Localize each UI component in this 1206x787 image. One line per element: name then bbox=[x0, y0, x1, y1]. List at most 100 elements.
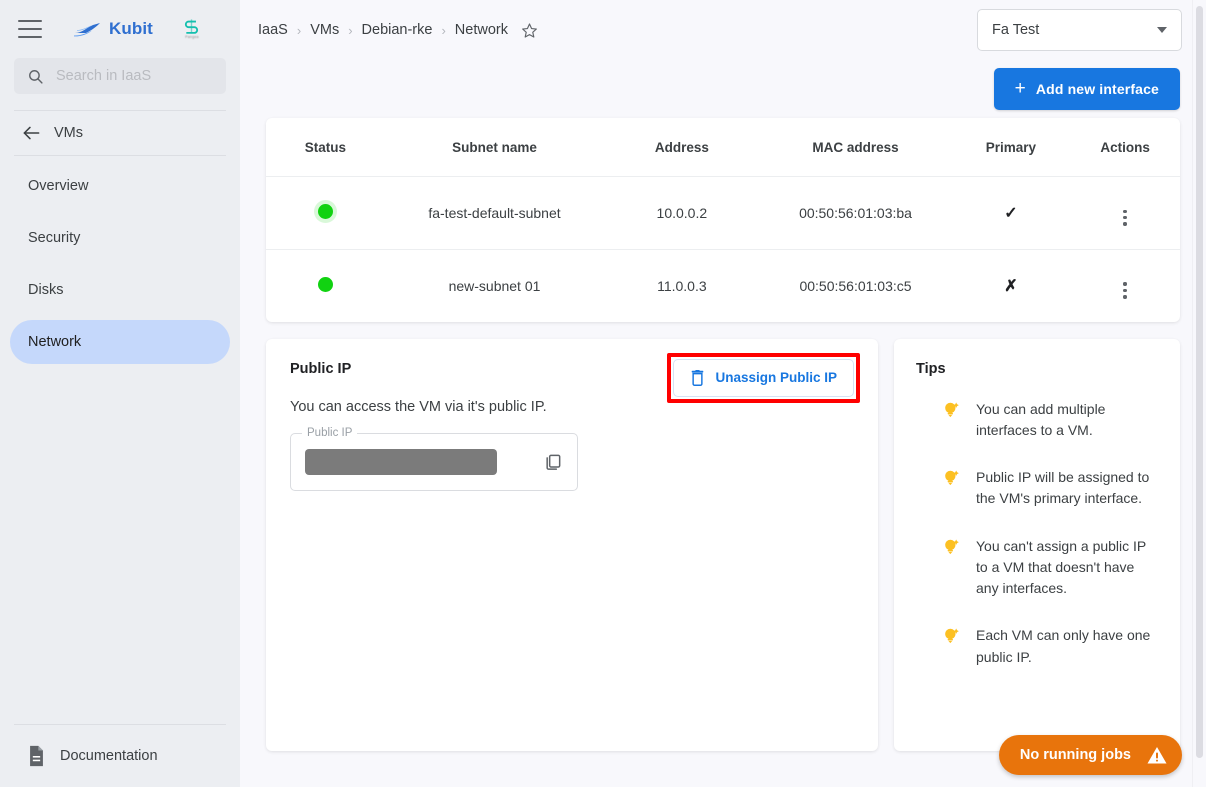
sidebar-back-to-vms[interactable]: VMs bbox=[0, 111, 240, 155]
unassign-public-ip-button[interactable]: Unassign Public IP bbox=[673, 358, 854, 397]
running-jobs-pill[interactable]: No running jobs bbox=[998, 735, 1182, 775]
tip-text: You can add multiple interfaces to a VM. bbox=[976, 400, 1106, 438]
tip-text: Public IP will be assigned to the VM's p… bbox=[976, 469, 1150, 507]
star-outline-icon[interactable] bbox=[521, 22, 538, 39]
search-container: Search in IaaS bbox=[0, 58, 240, 94]
account-select[interactable]: Fa Test bbox=[977, 9, 1182, 51]
tips-title: Tips bbox=[916, 360, 946, 377]
cell-subnet-name: new-subnet 01 bbox=[448, 277, 541, 294]
column-header-subnet-name: Subnet name bbox=[384, 118, 605, 177]
cell-primary: ✗ bbox=[1004, 277, 1018, 295]
kebab-menu-icon[interactable] bbox=[1123, 209, 1127, 226]
lightbulb-icon bbox=[945, 402, 959, 417]
action-bar: + Add new interface bbox=[240, 60, 1206, 118]
add-new-interface-button[interactable]: + Add new interface bbox=[993, 68, 1180, 110]
cell-mac-address: 00:50:56:01:03:ba bbox=[759, 176, 952, 250]
running-jobs-label: No running jobs bbox=[1019, 747, 1131, 763]
lightbulb-icon bbox=[945, 628, 959, 644]
sidebar-item-label: Network bbox=[28, 334, 82, 350]
status-indicator-online bbox=[317, 203, 333, 219]
tip-item: Each VM can only have one public IP. bbox=[916, 625, 1158, 668]
cell-mac-address: 00:50:56:01:03:c5 bbox=[799, 277, 912, 294]
public-ip-value-redacted bbox=[305, 448, 497, 475]
brand[interactable]: Kubit bbox=[74, 19, 153, 39]
chevron-right-icon: › bbox=[296, 22, 302, 38]
copy-icon[interactable] bbox=[543, 452, 563, 472]
top-bar: IaaS › VMs › Debian-rke › Network Fa Tes… bbox=[240, 0, 1206, 60]
cell-address: 10.0.0.2 bbox=[604, 176, 760, 250]
sidebar-item-documentation[interactable]: Documentation bbox=[0, 725, 240, 787]
sidebar-back-label: VMs bbox=[54, 125, 83, 141]
cell-status bbox=[266, 249, 385, 321]
chevron-right-icon: › bbox=[348, 22, 353, 38]
sidebar-footer: Documentation bbox=[0, 724, 240, 787]
lightbulb-icon bbox=[945, 539, 959, 554]
public-ip-field[interactable]: Public IP bbox=[290, 426, 578, 491]
column-header-actions: Actions bbox=[1070, 118, 1180, 177]
breadcrumb-item-network[interactable]: Network bbox=[455, 22, 508, 38]
hamburger-icon[interactable] bbox=[18, 20, 42, 38]
tips-list: You can add multiple interfaces to a VM.… bbox=[916, 399, 1158, 668]
chevron-right-icon: › bbox=[441, 22, 446, 38]
public-ip-panel: Public IP You can access the VM via it's… bbox=[266, 338, 878, 751]
sidebar-header: Kubit Pangea bbox=[0, 0, 240, 58]
brand-name: Kubit bbox=[109, 19, 153, 38]
unassign-highlight-box: Unassign Public IP bbox=[667, 352, 860, 403]
plus-icon: + bbox=[1014, 77, 1026, 99]
column-header-address: Address bbox=[604, 118, 760, 177]
warning-triangle-icon bbox=[1147, 747, 1167, 764]
sidebar-item-network[interactable]: Network bbox=[10, 320, 230, 364]
scrollbar-thumb[interactable] bbox=[1196, 6, 1203, 758]
sidebar-item-disks[interactable]: Disks bbox=[10, 268, 230, 312]
trash-icon bbox=[692, 369, 704, 386]
table-body: fa-test-default-subnet 10.0.0.2 00:50:56… bbox=[266, 176, 1180, 322]
account-select-value: Fa Test bbox=[992, 22, 1040, 38]
cell-actions bbox=[1070, 176, 1180, 250]
partner-s-logo: Pangea bbox=[179, 15, 205, 43]
sidebar: Kubit Pangea Search in IaaS VMs Overview… bbox=[0, 0, 240, 787]
tip-item: You can't assign a public IP to a VM tha… bbox=[916, 536, 1158, 600]
column-header-mac-address: MAC address bbox=[759, 118, 952, 177]
tip-item: Public IP will be assigned to the VM's p… bbox=[916, 467, 1158, 510]
sidebar-item-label: Disks bbox=[28, 282, 64, 298]
status-indicator-online bbox=[317, 276, 333, 292]
search-icon bbox=[29, 69, 43, 84]
public-ip-field-label: Public IP bbox=[302, 426, 358, 439]
unassign-public-ip-label: Unassign Public IP bbox=[715, 370, 837, 386]
sidebar-item-overview[interactable]: Overview bbox=[10, 164, 230, 208]
breadcrumb-item-vms[interactable]: VMs bbox=[310, 22, 339, 38]
tip-item: You can add multiple interfaces to a VM. bbox=[916, 399, 1158, 442]
breadcrumb-item-iaas[interactable]: IaaS bbox=[258, 22, 288, 38]
kebab-menu-icon[interactable] bbox=[1123, 282, 1127, 299]
tip-text: Each VM can only have one public IP. bbox=[976, 627, 1151, 665]
sidebar-nav: Overview Security Disks Network bbox=[0, 156, 240, 364]
breadcrumb: IaaS › VMs › Debian-rke › Network bbox=[258, 22, 538, 39]
cell-subnet-name: fa-test-default-subnet bbox=[384, 176, 605, 250]
chevron-down-icon bbox=[1157, 27, 1167, 33]
tip-text: You can't assign a public IP to a VM tha… bbox=[976, 537, 1147, 597]
table-row[interactable]: fa-test-default-subnet 10.0.0.2 00:50:56… bbox=[266, 176, 1180, 250]
sidebar-item-label: Overview bbox=[28, 178, 89, 194]
table-row[interactable]: new-subnet 01 11.0.0.3 00:50:56:01:03:c5… bbox=[266, 249, 1180, 321]
arrow-left-icon bbox=[23, 126, 40, 140]
content-area: Status Subnet name Address MAC address P… bbox=[240, 118, 1206, 751]
column-header-status: Status bbox=[266, 118, 385, 177]
cell-status bbox=[266, 176, 385, 250]
cell-address: 11.0.0.3 bbox=[657, 277, 707, 294]
lightbulb-icon bbox=[945, 470, 959, 486]
cell-primary: ✓ bbox=[951, 176, 1071, 250]
partner-caption: Pangea bbox=[185, 35, 199, 40]
search-input[interactable]: Search in IaaS bbox=[14, 58, 226, 94]
interfaces-table-card: Status Subnet name Address MAC address P… bbox=[266, 118, 1180, 322]
bottom-panels: Public IP You can access the VM via it's… bbox=[266, 338, 1180, 751]
sidebar-footer-label: Documentation bbox=[60, 748, 158, 764]
sidebar-item-label: Security bbox=[28, 230, 81, 246]
breadcrumb-item-debian-rke[interactable]: Debian-rke bbox=[362, 22, 433, 38]
add-new-interface-label: Add new interface bbox=[1035, 81, 1159, 97]
table-header-row: Status Subnet name Address MAC address P… bbox=[266, 118, 1180, 177]
search-placeholder: Search in IaaS bbox=[56, 68, 152, 84]
sidebar-item-security[interactable]: Security bbox=[10, 216, 230, 260]
page-scrollbar[interactable] bbox=[1192, 0, 1206, 787]
partner-s-glyph bbox=[185, 19, 199, 34]
column-header-primary: Primary bbox=[951, 118, 1071, 177]
